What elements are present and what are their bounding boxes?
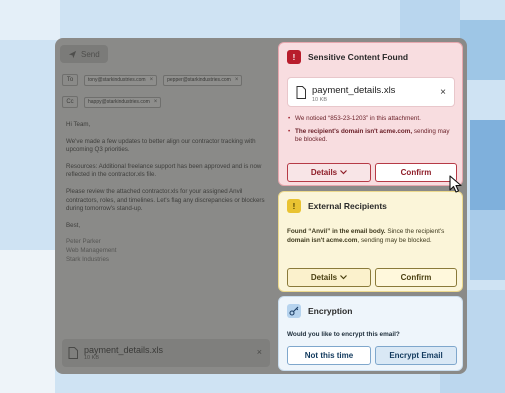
- recipient-chip[interactable]: happy@starkindustries.com ×: [84, 96, 162, 108]
- remove-recipient-icon[interactable]: ×: [235, 77, 239, 83]
- flagged-file: payment_details.xls 10 KB ×: [287, 77, 455, 107]
- encryption-question: Would you like to encrypt this email?: [287, 331, 400, 338]
- email-body[interactable]: Hi Team, We've made a few updates to bet…: [66, 121, 270, 264]
- panel-title: Sensitive Content Found: [308, 52, 409, 62]
- details-button[interactable]: Details: [287, 163, 371, 182]
- recipient-chip[interactable]: tony@starkindustries.com ×: [84, 74, 158, 86]
- confirm-button[interactable]: Confirm: [375, 268, 457, 287]
- panel-title: External Recipients: [308, 201, 387, 211]
- panel-title: Encryption: [308, 306, 353, 316]
- remove-recipient-icon[interactable]: ×: [150, 77, 154, 83]
- body-paragraph: Resources: Additional freelance support …: [66, 162, 262, 179]
- warning-message: Found “Anvil” in the email body. Since t…: [287, 228, 445, 244]
- to-row: To tony@starkindustries.com × pepper@star…: [62, 73, 243, 87]
- send-icon: [68, 50, 77, 58]
- alert-icon: !: [287, 50, 301, 64]
- close-icon[interactable]: ×: [440, 87, 446, 98]
- signature-title: Web Management: [66, 246, 117, 254]
- closing: Best,: [66, 221, 81, 229]
- body-paragraph: We've made a few updates to better align…: [66, 137, 256, 154]
- greeting: Hi Team,: [66, 121, 91, 128]
- signature-name: Peter Parker: [66, 238, 101, 246]
- attachment-name: payment_details.xls: [84, 345, 164, 355]
- send-button[interactable]: Send: [60, 45, 108, 63]
- attachment-size: 10 KB: [84, 355, 99, 361]
- finding-list: We noticed “853-23-1203” in this attachm…: [287, 115, 457, 149]
- remove-attachment-icon[interactable]: ×: [257, 347, 262, 357]
- sensitive-content-panel: ! Sensitive Content Found payment_detail…: [278, 42, 463, 186]
- attachment-item[interactable]: payment_details.xls 10 KB ×: [62, 339, 270, 367]
- chevron-down-icon: [340, 275, 348, 280]
- confirm-button[interactable]: Confirm: [375, 163, 457, 182]
- file-icon: [68, 347, 78, 359]
- encryption-panel: Encryption Would you like to encrypt thi…: [278, 296, 463, 371]
- cc-label: Cc: [62, 96, 78, 108]
- key-icon: [287, 304, 301, 318]
- cc-row: Cc happy@starkindustries.com ×: [62, 95, 162, 109]
- file-icon: [296, 86, 306, 99]
- file-name: payment_details.xls: [312, 85, 396, 96]
- recipient-chip[interactable]: pepper@starkindustries.com ×: [163, 74, 243, 86]
- remove-recipient-icon[interactable]: ×: [154, 99, 158, 105]
- finding-item: The recipient's domain isn't acme.com, s…: [287, 128, 457, 145]
- external-recipients-panel: ! External Recipients Found “Anvil” in t…: [278, 191, 463, 292]
- encrypt-email-button[interactable]: Encrypt Email: [375, 346, 457, 365]
- file-size: 10 KB: [312, 97, 327, 103]
- signature-company: Stark Industries: [66, 255, 109, 263]
- body-paragraph: Please review the attached contractor.xl…: [66, 187, 265, 213]
- not-this-time-button[interactable]: Not this time: [287, 346, 371, 365]
- finding-item: We noticed “853-23-1203” in this attachm…: [287, 115, 457, 124]
- warning-icon: !: [287, 199, 301, 213]
- chevron-down-icon: [340, 170, 348, 175]
- send-label: Send: [81, 49, 100, 59]
- details-button[interactable]: Details: [287, 268, 371, 287]
- to-label: To: [62, 74, 78, 86]
- pointer-cursor-icon: [449, 175, 462, 193]
